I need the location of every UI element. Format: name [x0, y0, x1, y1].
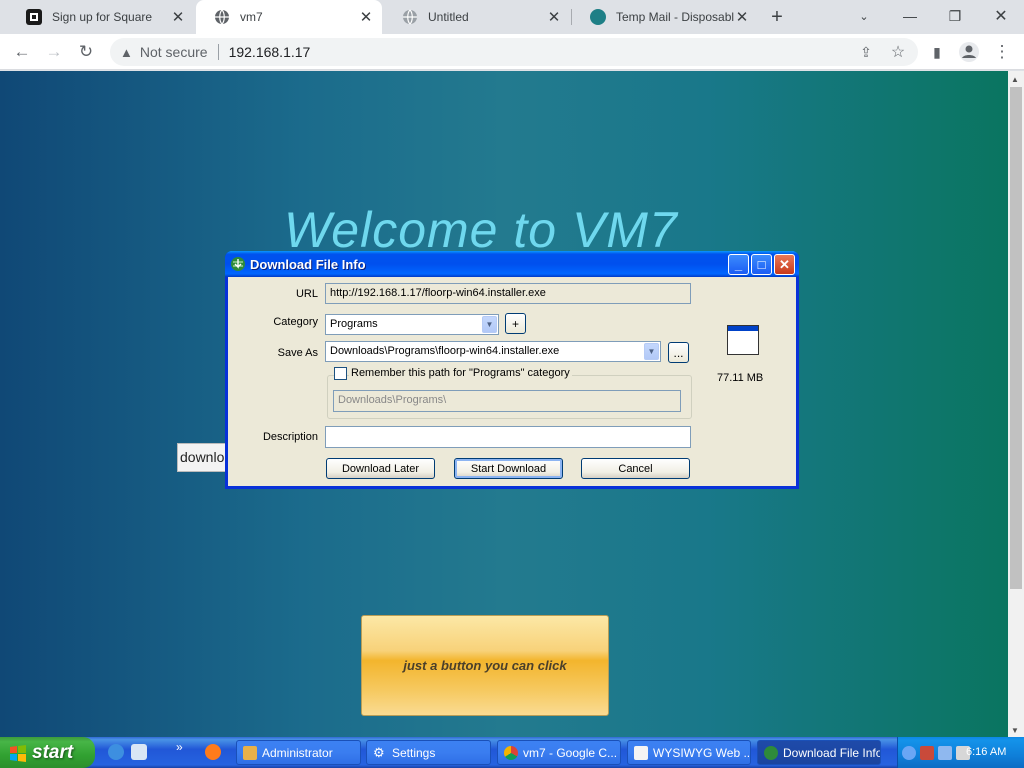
- url-label: URL: [295, 288, 318, 300]
- remember-path-checkbox[interactable]: [334, 367, 347, 380]
- description-label: Description: [262, 431, 318, 443]
- taskbar-item-chrome[interactable]: vm7 - Google C...: [497, 740, 621, 765]
- divider: [217, 44, 219, 60]
- users-icon: [243, 745, 257, 760]
- restore-icon[interactable]: ❐: [933, 4, 977, 28]
- security-label[interactable]: Not secure: [140, 44, 208, 60]
- temp-mail-favicon-icon: [590, 9, 606, 25]
- dialog-minimize-button[interactable]: _: [728, 254, 749, 275]
- download-later-button[interactable]: Download Later: [326, 458, 435, 479]
- forward-icon[interactable]: →: [41, 39, 67, 65]
- taskbar-item-download-file-info[interactable]: Download File Info: [757, 740, 881, 765]
- tab-title: Sign up for Square: [52, 10, 153, 24]
- taskbar-item-administrator[interactable]: Administrator: [236, 740, 361, 765]
- square-favicon-icon: [26, 9, 42, 25]
- just-a-button[interactable]: just a button you can click: [361, 615, 609, 716]
- profile-avatar-icon[interactable]: [956, 39, 982, 65]
- download-file-info-dialog: Download File Info _ □ ✕ URL http://192.…: [225, 251, 799, 489]
- category-value: Programs: [330, 318, 378, 330]
- tab-title: Temp Mail - Disposable Temporary: [616, 10, 734, 24]
- taskbar-item-label: Settings: [392, 745, 436, 760]
- firefox-icon[interactable]: [205, 744, 221, 760]
- quicklaunch-expand-icon[interactable]: »: [176, 740, 183, 754]
- menu-icon[interactable]: ⋮: [989, 39, 1015, 65]
- taskbar-item-label: Administrator: [262, 745, 333, 760]
- gear-icon: ⚙: [373, 744, 385, 760]
- cancel-button[interactable]: Cancel: [581, 458, 690, 479]
- scroll-thumb[interactable]: [1010, 87, 1022, 589]
- chevron-down-icon[interactable]: ▼: [482, 316, 497, 333]
- clock[interactable]: 6:16 AM: [966, 746, 1006, 758]
- close-window-icon[interactable]: ✕: [979, 4, 1023, 28]
- chevron-down-icon[interactable]: ▼: [644, 343, 659, 360]
- file-size: 77.11 MB: [717, 372, 764, 384]
- dialog-maximize-button[interactable]: □: [751, 254, 772, 275]
- tab-temp-mail[interactable]: Temp Mail - Disposable Temporary ✕: [572, 0, 758, 34]
- share-icon[interactable]: ⇪: [853, 39, 879, 65]
- ie-icon[interactable]: [108, 744, 124, 760]
- tab-title: Untitled: [428, 10, 469, 24]
- collapse-tray-icon[interactable]: [902, 745, 916, 760]
- new-tab-icon[interactable]: +: [766, 6, 788, 28]
- warning-icon[interactable]: ▲: [120, 45, 133, 60]
- start-download-button[interactable]: Start Download: [454, 458, 563, 479]
- vertical-scrollbar[interactable]: ▲ ▼: [1008, 71, 1024, 737]
- taskbar: start » Administrator ⚙ Settings vm7 - G…: [0, 737, 1024, 768]
- taskbar-item-wysiwyg[interactable]: WYSIWYG Web ...: [627, 740, 751, 765]
- taskbar-item-label: vm7 - Google C...: [523, 745, 618, 760]
- tab-untitled[interactable]: Untitled ✕: [384, 0, 570, 34]
- taskbar-item-label: Download File Info: [783, 745, 881, 760]
- url-text[interactable]: 192.168.1.17: [229, 44, 311, 60]
- browse-button[interactable]: ...: [668, 342, 689, 363]
- remember-path-field: Downloads\Programs\: [333, 390, 681, 412]
- start-label: start: [32, 741, 74, 763]
- taskbar-item-settings[interactable]: ⚙ Settings: [366, 740, 491, 765]
- tab-strip: Sign up for Square ✕ vm7 ✕ Untitled ✕ Te…: [0, 0, 1024, 34]
- display-icon[interactable]: [938, 745, 952, 760]
- close-tab-icon[interactable]: ✕: [170, 9, 186, 26]
- add-category-button[interactable]: +: [505, 313, 526, 334]
- close-tab-icon[interactable]: ✕: [546, 9, 562, 26]
- dialog-title: Download File Info: [250, 256, 366, 272]
- idm-globe-icon: [231, 257, 245, 271]
- save-as-label: Save As: [277, 347, 318, 359]
- address-bar[interactable]: ▲ Not secure 192.168.1.17: [110, 38, 918, 66]
- tab-vm7[interactable]: vm7 ✕: [196, 0, 382, 34]
- minimize-icon[interactable]: —: [888, 4, 932, 28]
- dialog-close-button[interactable]: ✕: [774, 254, 795, 275]
- description-field[interactable]: [325, 426, 691, 448]
- scroll-down-icon[interactable]: ▼: [1011, 726, 1019, 735]
- network-icon[interactable]: [920, 745, 934, 760]
- tab-title: vm7: [240, 10, 263, 24]
- close-tab-icon[interactable]: ✕: [734, 9, 750, 26]
- start-button[interactable]: start: [0, 737, 95, 768]
- taskbar-item-label: WYSIWYG Web ...: [653, 745, 751, 760]
- show-desktop-icon[interactable]: [131, 744, 147, 760]
- wysiwyg-icon: [634, 745, 648, 760]
- dialog-titlebar[interactable]: Download File Info: [225, 251, 799, 277]
- reload-icon[interactable]: ↻: [73, 39, 99, 65]
- scroll-up-icon[interactable]: ▲: [1011, 75, 1019, 84]
- windows-flag-icon: [10, 744, 26, 762]
- application-file-icon: [727, 325, 759, 355]
- chrome-icon: [504, 745, 518, 760]
- tab-square[interactable]: Sign up for Square ✕: [8, 0, 194, 34]
- side-panel-icon[interactable]: ▮: [924, 39, 950, 65]
- save-as-combo[interactable]: Downloads\Programs\floorp-win64.installe…: [325, 341, 661, 362]
- remember-path-label[interactable]: Remember this path for "Programs" catego…: [349, 367, 572, 379]
- category-select[interactable]: Programs ▼: [325, 314, 499, 335]
- bookmark-star-icon[interactable]: ☆: [885, 39, 911, 65]
- globe-icon: [214, 9, 230, 25]
- close-tab-icon[interactable]: ✕: [358, 9, 374, 26]
- save-as-value: Downloads\Programs\floorp-win64.installe…: [330, 345, 560, 357]
- globe-icon: [402, 9, 418, 25]
- tab-search-icon[interactable]: ⌄: [842, 4, 886, 28]
- idm-globe-icon: [764, 745, 778, 760]
- category-label: Category: [273, 316, 318, 328]
- back-icon[interactable]: ←: [9, 39, 35, 65]
- url-field[interactable]: http://192.168.1.17/floorp-win64.install…: [325, 283, 691, 304]
- browser-toolbar: ← → ↻ ▲ Not secure 192.168.1.17 ⇪ ☆ ▮ ⋮: [0, 34, 1024, 70]
